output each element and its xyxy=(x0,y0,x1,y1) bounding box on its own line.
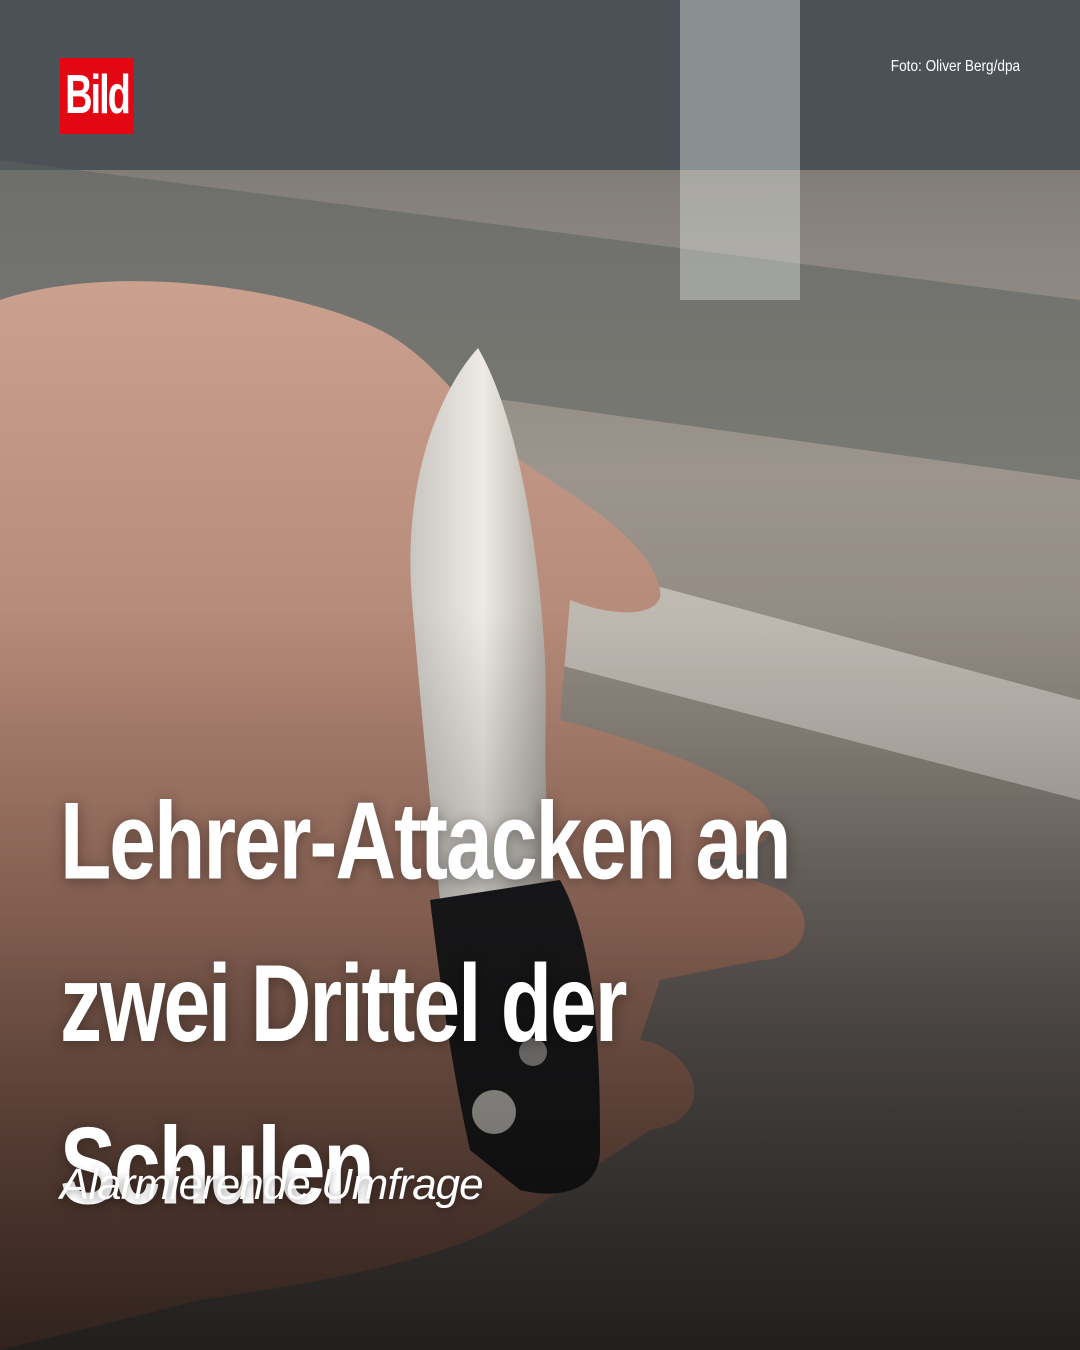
subline: Alarmierende Umfrage xyxy=(60,1160,484,1209)
post-card: Bild Foto: Oliver Berg/dpa Lehrer-Attack… xyxy=(0,0,1080,1350)
photo-credit: Foto: Oliver Berg/dpa xyxy=(890,58,1020,75)
logo-text: Bild xyxy=(65,64,131,126)
headline-line-1: Lehrer-Attacken an xyxy=(60,779,792,902)
bild-logo[interactable]: Bild xyxy=(60,58,134,134)
headline-line-2: zwei Drittel der xyxy=(60,942,627,1065)
